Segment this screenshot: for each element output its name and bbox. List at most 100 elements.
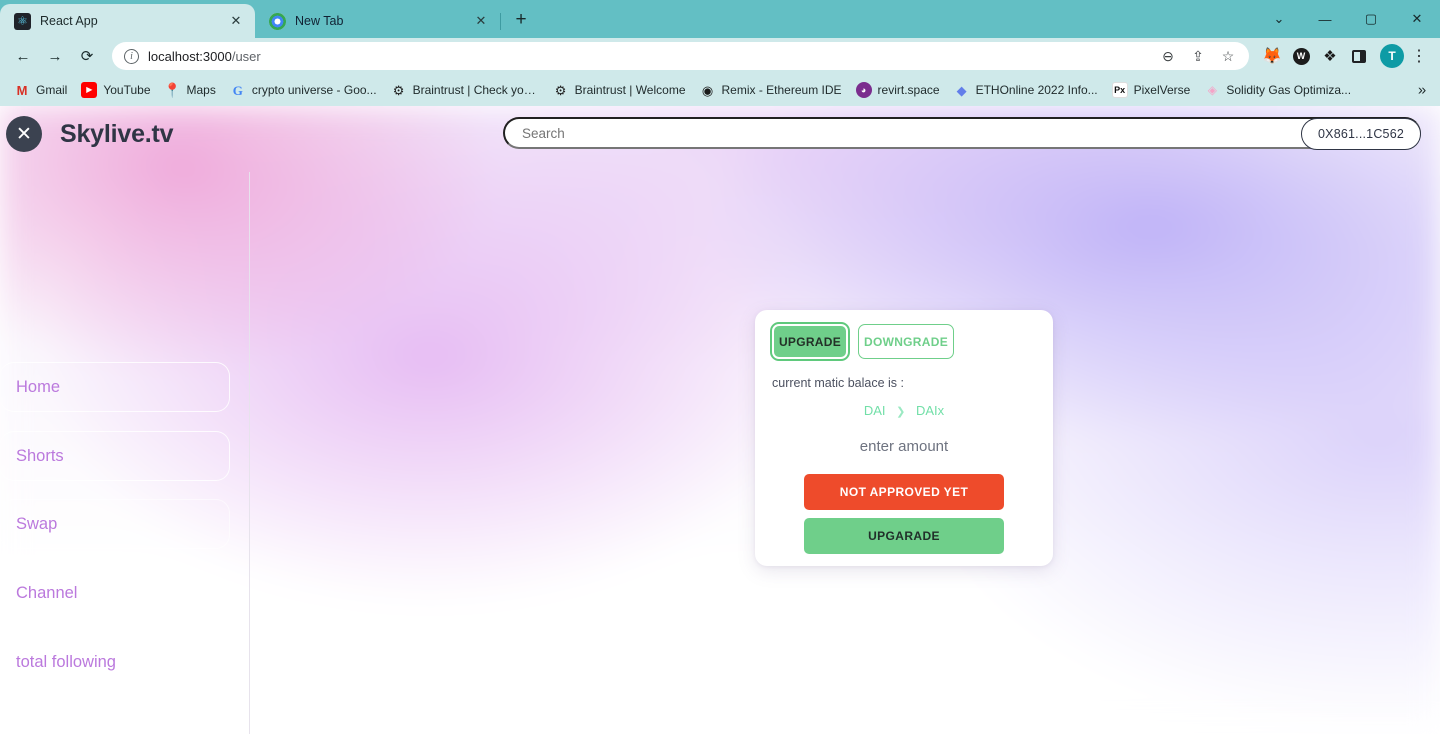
address-bar[interactable]: i localhost:3000/user ⊖ ⇪ ☆ <box>112 42 1249 70</box>
ethereum-icon: ◆ <box>956 82 967 98</box>
bookmark-crypto-universe[interactable]: G crypto universe - Goo... <box>224 79 383 101</box>
wallet-icon[interactable]: W <box>1288 43 1314 69</box>
extension-icons: 🦊 W ❖ <box>1259 43 1374 69</box>
bookmark-braintrust-welcome[interactable]: ⚙ Braintrust | Welcome <box>547 79 692 101</box>
sidebar-item-total-following[interactable]: total following <box>0 637 230 687</box>
url-path: /user <box>231 48 261 64</box>
sidebar-item-label: Shorts <box>16 446 64 465</box>
maps-icon: 📍 <box>163 82 182 98</box>
sidebar-item-shorts[interactable]: Shorts <box>0 431 230 481</box>
close-icon[interactable]: ✕ <box>227 12 245 30</box>
bookmark-label: Gmail <box>36 83 68 97</box>
sidebar-item-home[interactable]: Home <box>0 362 230 412</box>
sidebar: Home Shorts Swap Channel total following <box>0 172 250 734</box>
minimize-icon[interactable]: — <box>1302 0 1348 38</box>
profile-avatar[interactable]: T <box>1380 44 1404 68</box>
bookmark-label: crypto universe - Goo... <box>251 83 377 97</box>
url-host: localhost:3000 <box>148 48 232 64</box>
site-info-icon[interactable]: i <box>124 48 139 64</box>
browser-toolbar: ← → ⟳ i localhost:3000/user ⊖ ⇪ ☆ 🦊 W ❖ … <box>0 38 1440 74</box>
tab-divider <box>500 13 501 30</box>
bookmark-youtube[interactable]: ▶ YouTube <box>75 79 156 101</box>
reload-icon[interactable]: ⟳ <box>72 41 102 71</box>
sidebar-item-label: Swap <box>16 514 58 533</box>
gmail-icon: M <box>16 82 28 98</box>
card-tab-row: UPGRADE DOWNGRADE <box>769 322 1039 361</box>
sidebar-item-channel[interactable]: Channel <box>0 568 230 618</box>
new-tab-button[interactable]: + <box>507 6 535 34</box>
side-panel-icon[interactable] <box>1346 43 1372 69</box>
solidity-icon: ◈ <box>1207 83 1217 97</box>
browser-window: ⚛ React App ✕ New Tab ✕ + ⌄ — ▢ ✕ ← → ⟳ … <box>0 0 1440 734</box>
browser-menu-icon[interactable]: ⋮ <box>1406 43 1432 69</box>
bookmark-label: Solidity Gas Optimiza... <box>1226 83 1352 97</box>
browser-tab-react-app[interactable]: ⚛ React App ✕ <box>0 4 255 38</box>
maximize-icon[interactable]: ▢ <box>1348 0 1394 38</box>
puzzle-icon[interactable]: ❖ <box>1317 43 1343 69</box>
token-to-label: DAIx <box>915 403 945 418</box>
approve-button[interactable]: NOT APPROVED YET <box>804 474 1004 510</box>
bookmark-braintrust-check[interactable]: ⚙ Braintrust | Check you... <box>385 79 545 101</box>
bookmark-ethonline[interactable]: ◆ ETHOnline 2022 Info... <box>948 79 1104 101</box>
chevron-right-icon: ❯ <box>896 406 906 418</box>
upgrade-button[interactable]: UPGARADE <box>804 518 1004 554</box>
token-upgrade-card: UPGRADE DOWNGRADE current matic balace i… <box>755 310 1053 566</box>
bookmark-label: revirt.space <box>877 83 940 97</box>
sidebar-item-label: Channel <box>16 583 78 602</box>
bookmark-pixelverse[interactable]: Px PixelVerse <box>1106 79 1197 101</box>
bookmark-label: YouTube <box>103 83 151 97</box>
browser-tab-new-tab[interactable]: New Tab ✕ <box>255 4 500 38</box>
bookmark-gmail[interactable]: M Gmail <box>8 79 73 101</box>
wallet-address-button[interactable]: 0X861...1C562 <box>1301 118 1421 150</box>
pixelverse-icon: Px <box>1111 82 1128 98</box>
tab-title: New Tab <box>295 14 344 28</box>
search-input[interactable] <box>503 117 1421 149</box>
omnibox-actions: ⊖ ⇪ ☆ <box>1155 43 1241 69</box>
page-content: ✕ Skylive.tv 0X861...1C562 Home Shorts S… <box>0 106 1440 734</box>
react-icon: ⚛ <box>14 12 31 30</box>
bookmark-label: PixelVerse <box>1133 83 1191 97</box>
close-icon[interactable]: ✕ <box>472 12 490 30</box>
bookmark-revirt[interactable]: ◕ revirt.space <box>850 79 946 101</box>
forward-icon[interactable]: → <box>40 41 70 71</box>
youtube-icon: ▶ <box>81 82 98 98</box>
chevron-down-icon[interactable]: ⌄ <box>1256 0 1302 38</box>
bookmark-label: Remix - Ethereum IDE <box>721 83 842 97</box>
window-controls: ⌄ — ▢ ✕ <box>1256 0 1440 38</box>
bookmarks-overflow-icon[interactable]: » <box>1412 82 1432 99</box>
tab-title: React App <box>40 14 98 28</box>
sidebar-item-swap[interactable]: Swap <box>0 499 230 549</box>
google-icon: G <box>232 82 243 98</box>
balance-label: current matic balace is : <box>772 376 904 390</box>
metamask-icon[interactable]: 🦊 <box>1259 43 1285 69</box>
sidebar-item-label: Home <box>16 377 61 396</box>
bookmark-star-icon[interactable]: ☆ <box>1215 43 1241 69</box>
gear-icon: ⚙ <box>392 82 405 98</box>
search-icon[interactable]: ⊖ <box>1155 43 1181 69</box>
share-icon[interactable]: ⇪ <box>1185 43 1211 69</box>
token-from-label: DAI <box>863 403 886 418</box>
page-title: Skylive.tv <box>60 119 174 148</box>
bookmark-maps[interactable]: 📍 Maps <box>159 79 222 101</box>
revirt-icon: ◕ <box>855 82 872 98</box>
back-icon[interactable]: ← <box>8 41 38 71</box>
bookmark-label: Braintrust | Check you... <box>412 83 539 97</box>
chrome-icon <box>269 12 286 30</box>
sidebar-item-label: total following <box>16 652 116 671</box>
tab-upgrade[interactable]: UPGRADE <box>770 322 850 361</box>
url-text: localhost:3000/user <box>148 49 1146 64</box>
app-header: ✕ Skylive.tv 0X861...1C562 <box>0 106 1440 162</box>
token-pair-row: DAI ❯ DAIx <box>769 403 1039 418</box>
tab-downgrade[interactable]: DOWNGRADE <box>858 324 954 359</box>
amount-input[interactable] <box>769 427 1039 465</box>
tab-strip: ⚛ React App ✕ New Tab ✕ + ⌄ — ▢ ✕ <box>0 0 1440 38</box>
bookmark-label: Maps <box>186 83 216 97</box>
bookmark-solidity-gas[interactable]: ◈ Solidity Gas Optimiza... <box>1198 79 1357 101</box>
close-logo-icon[interactable]: ✕ <box>6 116 42 152</box>
close-window-icon[interactable]: ✕ <box>1394 0 1440 38</box>
bookmark-label: ETHOnline 2022 Info... <box>975 83 1098 97</box>
bookmark-remix[interactable]: ◉ Remix - Ethereum IDE <box>694 79 848 101</box>
gear-icon: ⚙ <box>554 82 567 98</box>
remix-icon: ◉ <box>701 82 714 98</box>
bookmarks-bar: M Gmail ▶ YouTube 📍 Maps G crypto univer… <box>0 74 1440 106</box>
